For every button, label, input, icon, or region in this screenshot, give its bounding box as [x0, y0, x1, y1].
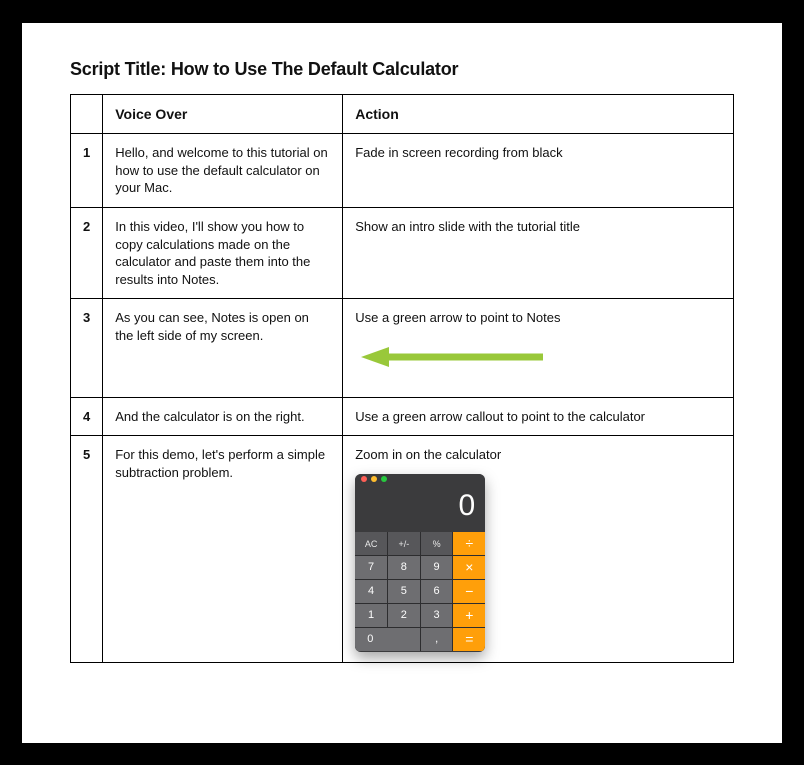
close-icon — [361, 476, 367, 482]
document-sheet: Script Title: How to Use The Default Cal… — [22, 23, 782, 743]
table-row: 5 For this demo, let's perform a simple … — [71, 436, 734, 663]
calc-btn-percent: % — [421, 532, 453, 555]
calc-btn-2: 2 — [388, 604, 420, 627]
row-num: 3 — [71, 299, 103, 398]
calc-btn-multiply: × — [453, 556, 485, 579]
header-action: Action — [343, 94, 734, 134]
voice-over-cell: And the calculator is on the right. — [103, 397, 343, 436]
action-text: Use a green arrow to point to Notes — [355, 310, 560, 325]
voice-over-cell: As you can see, Notes is open on the lef… — [103, 299, 343, 398]
calc-btn-9: 9 — [421, 556, 453, 579]
action-cell: Use a green arrow callout to point to th… — [343, 397, 734, 436]
table-header-row: Voice Over Action — [71, 94, 734, 134]
action-text: Zoom in on the calculator — [355, 447, 501, 462]
calc-btn-divide: ÷ — [453, 532, 485, 555]
green-arrow-callout — [355, 345, 721, 369]
calc-btn-6: 6 — [421, 580, 453, 603]
row-num: 2 — [71, 208, 103, 299]
calc-display: 0 — [355, 484, 485, 533]
row-num: 4 — [71, 397, 103, 436]
calc-btn-equals: = — [453, 628, 485, 651]
arrow-left-icon — [355, 345, 545, 369]
table-row: 1 Hello, and welcome to this tutorial on… — [71, 134, 734, 208]
maximize-icon — [381, 476, 387, 482]
page-title: Script Title: How to Use The Default Cal… — [70, 59, 734, 80]
action-cell: Use a green arrow to point to Notes — [343, 299, 734, 398]
calculator-screenshot: 0 AC +/- % ÷ 7 8 9 × 4 5 6 — [355, 474, 485, 653]
voice-over-cell: In this video, I'll show you how to copy… — [103, 208, 343, 299]
calc-keypad: AC +/- % ÷ 7 8 9 × 4 5 6 − 1 — [355, 532, 485, 651]
action-cell: Fade in screen recording from black — [343, 134, 734, 208]
window-traffic-lights — [355, 474, 485, 484]
voice-over-cell: Hello, and welcome to this tutorial on h… — [103, 134, 343, 208]
table-row: 4 And the calculator is on the right. Us… — [71, 397, 734, 436]
calc-btn-0: 0 — [355, 628, 420, 651]
table-row: 2 In this video, I'll show you how to co… — [71, 208, 734, 299]
calc-btn-1: 1 — [355, 604, 387, 627]
calc-btn-8: 8 — [388, 556, 420, 579]
minimize-icon — [371, 476, 377, 482]
calc-btn-7: 7 — [355, 556, 387, 579]
table-row: 3 As you can see, Notes is open on the l… — [71, 299, 734, 398]
calc-btn-add: + — [453, 604, 485, 627]
calc-btn-decimal: , — [421, 628, 453, 651]
header-num — [71, 94, 103, 134]
calc-btn-ac: AC — [355, 532, 387, 555]
script-table: Voice Over Action 1 Hello, and welcome t… — [70, 94, 734, 664]
voice-over-cell: For this demo, let's perform a simple su… — [103, 436, 343, 663]
action-cell: Zoom in on the calculator 0 AC +/- % — [343, 436, 734, 663]
calc-btn-subtract: − — [453, 580, 485, 603]
header-voice-over: Voice Over — [103, 94, 343, 134]
calc-btn-3: 3 — [421, 604, 453, 627]
row-num: 1 — [71, 134, 103, 208]
calc-btn-sign: +/- — [388, 532, 420, 555]
calc-btn-4: 4 — [355, 580, 387, 603]
action-cell: Show an intro slide with the tutorial ti… — [343, 208, 734, 299]
row-num: 5 — [71, 436, 103, 663]
calc-btn-5: 5 — [388, 580, 420, 603]
